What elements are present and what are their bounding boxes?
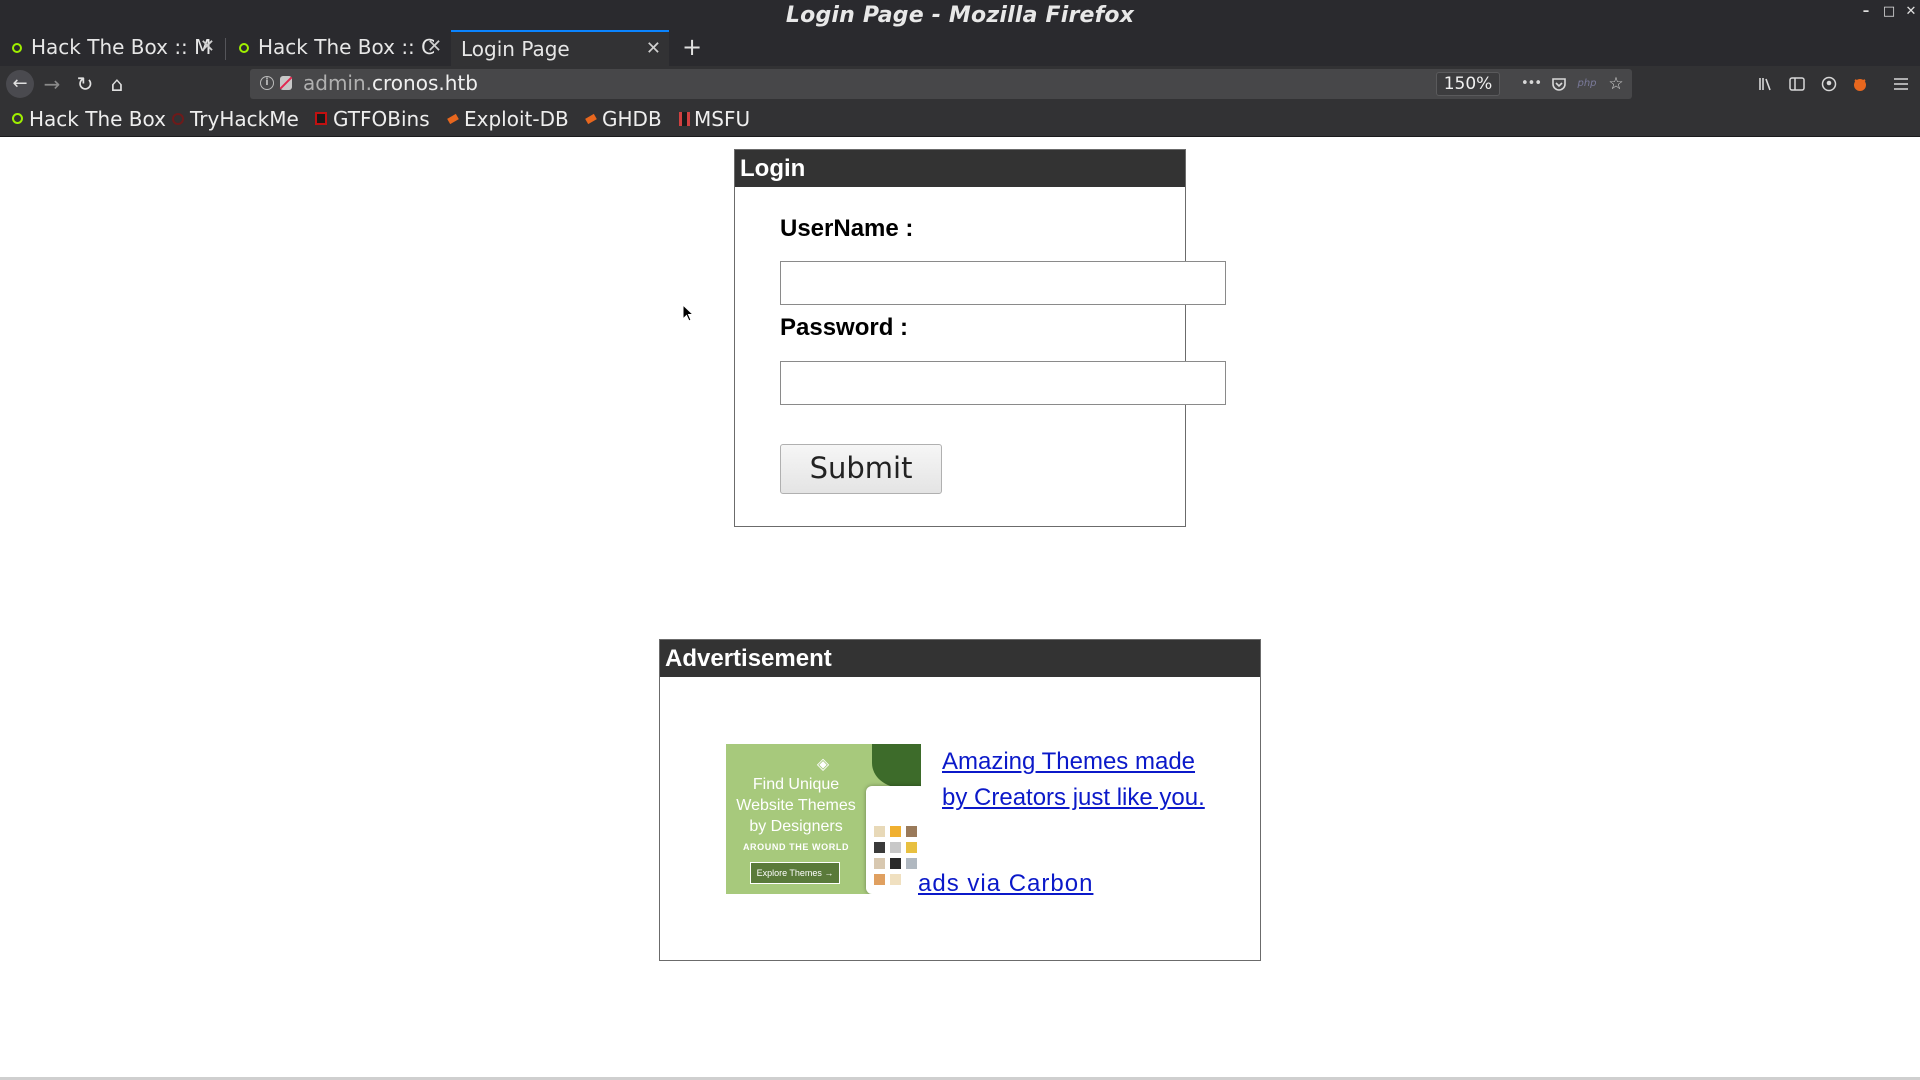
title-bar: Login Page - Mozilla Firefox – □ ✕ <box>0 0 1920 32</box>
bookmark-hackthebox[interactable]: Hack The Box <box>12 106 166 132</box>
window-title: Login Page - Mozilla Firefox <box>785 3 1135 28</box>
navigation-toolbar: ← → ↻ ⌂ i admin.cronos.htb 150% ••• php … <box>0 66 1920 102</box>
tab-login-page[interactable]: Login Page ✕ <box>451 30 669 66</box>
sidebar-icon[interactable] <box>1785 71 1809 99</box>
tag-icon: ◈ <box>816 754 830 773</box>
ad-image-headline: Find Unique Website Themes by Designers <box>736 776 856 835</box>
close-window-button[interactable]: ✕ <box>1903 4 1919 20</box>
reload-button[interactable]: ↻ <box>72 71 98 97</box>
tab-close-icon[interactable]: ✕ <box>427 30 442 64</box>
insecure-lock-icon[interactable] <box>280 76 292 90</box>
tab-label: Hack The Box :: M <box>31 35 212 59</box>
msfu-icon <box>679 111 690 126</box>
zoom-level-badge[interactable]: 150% <box>1436 72 1500 96</box>
page-viewport: Login UserName : Password : Submit Adver… <box>0 137 1920 1075</box>
login-header: Login <box>735 150 1185 187</box>
tab-label: Hack The Box :: C <box>258 35 436 59</box>
ad-image[interactable]: ◈ Find Unique Website Themes by Designer… <box>726 744 921 894</box>
ad-image-cta: Explore Themes → <box>750 862 840 884</box>
site-info-icon[interactable]: i <box>260 76 274 90</box>
ad-link[interactable]: Amazing Themes made by Creators just lik… <box>942 744 1222 816</box>
new-tab-button[interactable]: + <box>682 30 702 64</box>
bookmark-msfu[interactable]: MSFU <box>679 106 750 132</box>
forward-button[interactable]: → <box>39 71 65 97</box>
bookmark-label: MSFU <box>694 107 751 131</box>
ghdb-icon <box>585 113 597 124</box>
url-text[interactable]: admin.cronos.htb <box>303 71 478 95</box>
tab-hackthebox-1[interactable]: Hack The Box :: M ✕ <box>0 30 223 66</box>
tab-hackthebox-2[interactable]: Hack The Box :: C ✕ <box>227 30 450 66</box>
tab-close-icon[interactable]: ✕ <box>646 32 661 66</box>
bookmark-label: GHDB <box>602 107 662 131</box>
bookmark-tryhackme[interactable]: TryHackMe <box>172 106 299 132</box>
hackthebox-icon <box>12 43 22 53</box>
php-extension-icon[interactable]: php <box>1576 72 1598 96</box>
gtfobins-icon <box>315 112 327 125</box>
bookmark-label: Hack The Box <box>29 107 166 131</box>
mouse-cursor-icon <box>682 304 695 322</box>
back-button[interactable]: ← <box>6 70 34 98</box>
bookmarks-toolbar: Hack The Box TryHackMe GTFOBins Exploit-… <box>0 102 1920 137</box>
url-domain: cronos.htb <box>372 71 478 95</box>
browser-chrome: Login Page - Mozilla Firefox – □ ✕ Hack … <box>0 0 1920 137</box>
pocket-icon[interactable] <box>1548 72 1570 98</box>
minimize-button[interactable]: – <box>1858 4 1874 20</box>
bookmark-label: TryHackMe <box>190 107 299 131</box>
tryhackme-icon <box>172 112 184 125</box>
bookmark-gtfobins[interactable]: GTFOBins <box>315 106 430 132</box>
tab-separator <box>225 38 226 60</box>
bookmark-star-icon[interactable]: ☆ <box>1605 72 1627 96</box>
page-actions-icon[interactable]: ••• <box>1520 72 1542 96</box>
url-subdomain: admin. <box>303 71 373 95</box>
ads-via-carbon-link[interactable]: ads via Carbon <box>918 870 1093 898</box>
tab-strip: Hack The Box :: M ✕ Hack The Box :: C ✕ … <box>0 30 1920 66</box>
leaf-decoration <box>872 744 921 788</box>
hackthebox-icon <box>239 43 249 53</box>
foxyproxy-icon[interactable] <box>1848 71 1872 100</box>
account-icon[interactable] <box>1817 71 1841 100</box>
home-button[interactable]: ⌂ <box>104 71 130 97</box>
password-input[interactable] <box>780 361 1226 405</box>
advertisement-header: Advertisement <box>660 640 1260 677</box>
library-icon[interactable] <box>1754 71 1778 99</box>
bookmark-label: GTFOBins <box>333 107 430 131</box>
tab-label: Login Page <box>461 37 570 61</box>
hamburger-menu-icon[interactable] <box>1889 71 1913 99</box>
advertisement-panel: Advertisement ◈ Find Unique Website Them… <box>659 639 1261 961</box>
tab-close-icon[interactable]: ✕ <box>200 30 215 64</box>
username-input[interactable] <box>780 261 1226 305</box>
url-bar[interactable]: i admin.cronos.htb 150% ••• php ☆ <box>250 69 1632 99</box>
password-label: Password : <box>780 314 909 341</box>
submit-button[interactable]: Submit <box>780 444 942 494</box>
bookmark-ghdb[interactable]: GHDB <box>585 106 662 132</box>
hackthebox-icon <box>12 113 23 124</box>
login-panel: Login UserName : Password : Submit <box>734 149 1226 527</box>
phone-mockup <box>866 786 921 894</box>
ad-image-subtext: AROUND THE WORLD <box>742 842 850 852</box>
username-label: UserName : <box>780 215 914 242</box>
exploitdb-icon <box>447 113 459 124</box>
bookmark-exploitdb[interactable]: Exploit-DB <box>447 106 569 132</box>
bookmark-label: Exploit-DB <box>464 107 569 131</box>
maximize-button[interactable]: □ <box>1881 4 1897 20</box>
